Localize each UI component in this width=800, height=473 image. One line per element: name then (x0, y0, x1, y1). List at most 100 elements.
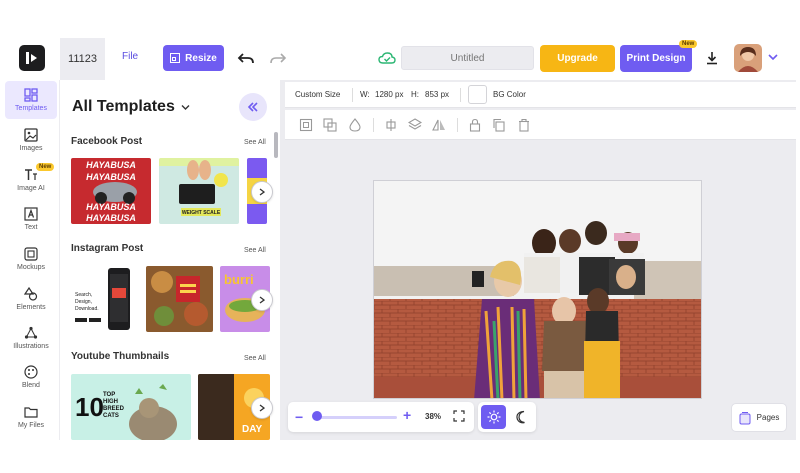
thumb-text: TOP (103, 392, 115, 398)
chevron-right-icon (259, 296, 265, 304)
double-chevron-left-icon (247, 102, 258, 112)
pages-button[interactable]: Pages (731, 403, 787, 432)
thumb-text: Download. (75, 306, 99, 312)
upgrade-button[interactable]: Upgrade (540, 45, 615, 72)
file-menu-button[interactable]: File (122, 51, 138, 62)
thumb-text: CATS (103, 413, 119, 419)
rail-new-badge: New (36, 163, 55, 171)
resize-button[interactable]: Resize (163, 45, 224, 71)
next-templates-button[interactable] (251, 181, 273, 203)
template-thumb[interactable]: HAYABUSA HAYABUSA HAYABUSA HAYABUSA (71, 158, 151, 224)
copy-tool[interactable] (490, 116, 508, 134)
fill-tool[interactable] (346, 116, 364, 134)
see-all-youtube[interactable]: See All (244, 355, 266, 362)
rail-label: Illustrations (13, 343, 49, 350)
zoom-out-button[interactable]: − (295, 409, 303, 425)
rail-item-images[interactable]: Images (5, 121, 57, 159)
thumb-text: HAYABUSA (86, 160, 136, 170)
align-tool[interactable] (382, 116, 400, 134)
fit-screen-icon[interactable] (453, 410, 465, 422)
rail-label: My Files (17, 422, 45, 429)
rail-item-elements[interactable]: Elements (5, 280, 57, 318)
see-all-instagram[interactable]: See All (244, 247, 266, 254)
zoom-slider[interactable] (313, 416, 397, 419)
thumb-text: DAY (242, 424, 263, 435)
layers-tool[interactable] (406, 116, 424, 134)
rail-label: Image AI (17, 185, 45, 192)
rail-item-mockups[interactable]: Mockups (5, 240, 57, 278)
thumb-text: 10 (75, 392, 104, 422)
thumb-text: HAYABUSA (86, 172, 136, 182)
document-title-input[interactable] (401, 46, 534, 70)
delete-tool[interactable] (515, 116, 533, 134)
bg-color-swatch[interactable] (468, 85, 487, 104)
download-icon[interactable] (705, 51, 719, 65)
thumb-text: HIGH (103, 399, 118, 405)
width-value[interactable]: 1280 px (375, 90, 403, 99)
zoom-in-button[interactable]: + (403, 407, 411, 423)
collapse-panel-button[interactable] (239, 93, 267, 121)
thumb-text: WEIGHT SCALE (182, 210, 221, 216)
bg-color-label: BG Color (493, 90, 526, 99)
crop-tool[interactable] (297, 116, 315, 134)
template-thumb[interactable]: WEIGHT SCALE (159, 158, 239, 224)
panel-title[interactable]: All Templates (72, 98, 190, 116)
panel-scrollbar[interactable] (274, 132, 278, 158)
image-ai-icon (25, 169, 37, 180)
crop-icon (299, 118, 313, 132)
rail-label: Elements (16, 304, 46, 311)
rail-item-text[interactable]: Text (5, 200, 57, 238)
lock-tool[interactable] (466, 116, 484, 134)
rail-item-blend[interactable]: Blend (5, 358, 57, 396)
template-thumb[interactable] (146, 266, 213, 332)
copy-icon (493, 118, 505, 132)
duplicate-frame-tool[interactable] (321, 116, 339, 134)
thumb-text: HAYABUSA (86, 213, 136, 223)
user-avatar[interactable] (734, 44, 762, 72)
divider (460, 88, 461, 102)
template-preview: HAYABUSA HAYABUSA HAYABUSA HAYABUSA (71, 158, 151, 224)
dark-mode-button[interactable] (509, 405, 534, 429)
light-mode-button[interactable] (481, 405, 506, 429)
print-design-button[interactable]: Print Design (620, 45, 692, 72)
app-logo[interactable] (19, 45, 45, 71)
undo-icon[interactable] (237, 50, 255, 66)
thumb-text: Design, (75, 299, 92, 305)
rail-item-illustrations[interactable]: Illustrations (5, 319, 57, 357)
design-canvas[interactable] (373, 180, 702, 399)
redo-icon[interactable] (269, 50, 287, 66)
elements-icon (24, 287, 38, 301)
thumb-text: BREED (103, 406, 125, 412)
illustrations-icon (24, 326, 38, 339)
divider (373, 118, 374, 132)
chevron-right-icon (259, 188, 265, 196)
rail-item-templates[interactable]: Templates (5, 81, 57, 119)
template-thumb[interactable]: 10 TOP HIGH BREED CATS (71, 374, 191, 440)
height-label: H: (411, 90, 419, 99)
chevron-down-icon[interactable] (768, 53, 778, 61)
folder-icon (24, 407, 38, 418)
height-value[interactable]: 853 px (425, 90, 449, 99)
frame-icon (323, 118, 337, 132)
rail-label: Text (24, 224, 38, 231)
logo-icon (26, 52, 37, 64)
template-preview: WEIGHT SCALE (159, 158, 239, 224)
blend-icon (24, 365, 38, 379)
see-all-facebook[interactable]: See All (244, 139, 266, 146)
lock-icon (469, 118, 481, 132)
custom-size-button[interactable]: Custom Size (295, 90, 340, 99)
resize-icon (170, 53, 181, 63)
flip-tool[interactable] (430, 116, 448, 134)
chevron-right-icon (259, 404, 265, 412)
moon-icon (515, 410, 525, 424)
trash-icon (519, 118, 529, 132)
next-templates-button[interactable] (251, 397, 273, 419)
templates-icon (24, 88, 38, 102)
cloud-saved-icon (378, 52, 396, 64)
rail-label: Images (19, 145, 43, 152)
mockups-icon (24, 247, 38, 261)
next-templates-button[interactable] (251, 289, 273, 311)
thumb-text: Search, (75, 292, 92, 298)
rail-item-my-files[interactable]: My Files (5, 398, 57, 436)
template-thumb[interactable]: Search, Design, Download. (71, 266, 139, 332)
